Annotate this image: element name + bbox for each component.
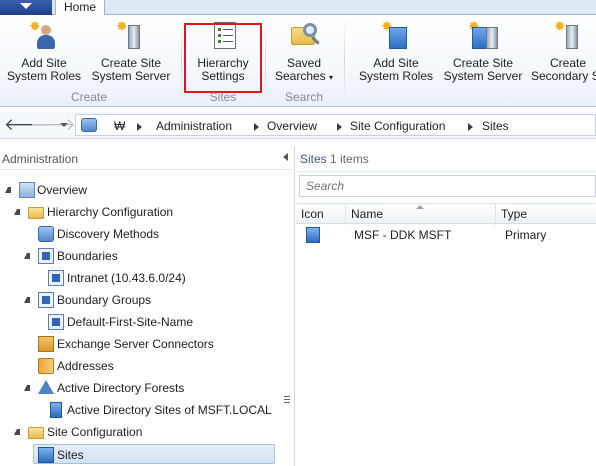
expanded-triangle-icon[interactable]	[24, 297, 30, 303]
group-separator	[344, 21, 345, 101]
add-site-system-roles-button[interactable]: ✸ Add Site System Roles	[4, 19, 84, 91]
history-dropdown-icon[interactable]	[60, 123, 68, 127]
application-menu-button[interactable]	[0, 0, 52, 15]
content-title: Sites	[300, 152, 327, 166]
console-root-icon	[81, 118, 97, 132]
ad-site-icon	[50, 402, 62, 418]
breadcrumb-administration[interactable]: Administration	[156, 119, 232, 133]
create-site-system-server-button-2[interactable]: ✸ Create Site System Server	[441, 19, 525, 91]
expanded-triangle-icon[interactable]	[5, 187, 11, 193]
breadcrumb-overview[interactable]: Overview	[267, 119, 317, 133]
item-count: 1 items	[330, 152, 369, 166]
ribbon: ✸ Add Site System Roles ✸ Create Site Sy…	[0, 15, 596, 107]
tree-item-exchange-server-connectors[interactable]: Exchange Server Connectors	[0, 334, 280, 354]
navigation-pane: Administration Overview Hierarchy Config…	[0, 146, 295, 466]
grid-header: Icon Name Type	[296, 203, 596, 225]
tree-item-intranet[interactable]: Intranet (10.43.6.0/24)	[0, 268, 280, 288]
breadcrumb-separator-icon[interactable]	[468, 123, 473, 131]
group-label-create: Create	[70, 90, 108, 104]
boundary-icon	[38, 248, 54, 264]
collapse-pane-icon[interactable]	[283, 153, 288, 161]
create-secondary-site-button[interactable]: ✸ Create Secondary S	[530, 19, 596, 91]
tree-item-default-first-site-name[interactable]: Default-First-Site-Name	[0, 312, 280, 332]
breadcrumb-sites[interactable]: Sites	[482, 119, 509, 133]
dropdown-arrow-icon: ▾	[329, 73, 334, 82]
new-server-icon: ✸	[466, 19, 500, 53]
tree-item-ad-sites-msft-local[interactable]: Active Directory Sites of MSFT.LOCAL	[0, 400, 282, 420]
folder-icon	[28, 427, 44, 439]
pane-splitter[interactable]	[284, 396, 290, 416]
forest-icon	[38, 380, 54, 394]
expanded-triangle-icon[interactable]	[14, 429, 20, 435]
secondary-site-icon: ✸	[552, 19, 586, 53]
tree-item-active-directory-forests[interactable]: Active Directory Forests	[0, 378, 280, 398]
group-label-search: Search	[284, 90, 324, 104]
discovery-icon	[38, 226, 54, 242]
saved-search-icon	[287, 19, 321, 53]
breadcrumb[interactable]: ₩ Administration Overview Site Configura…	[75, 114, 596, 136]
tree-item-site-configuration[interactable]: Site Configuration	[0, 422, 280, 442]
column-header-type[interactable]: Type	[496, 204, 596, 225]
search-input[interactable]	[300, 176, 595, 196]
tree-item-hierarchy-configuration[interactable]: Hierarchy Configuration	[0, 202, 280, 222]
group-label-sites: Sites	[209, 90, 237, 104]
expanded-triangle-icon[interactable]	[24, 253, 30, 259]
tree-item-addresses[interactable]: Addresses	[0, 356, 280, 376]
content-header: Sites 1 items	[296, 146, 596, 172]
site-icon	[306, 227, 320, 243]
content-pane: Sites 1 items Icon Name Type MSF - DDK M…	[296, 146, 596, 466]
breadcrumb-separator-icon[interactable]	[254, 123, 259, 131]
breadcrumb-separator-icon[interactable]	[137, 123, 142, 131]
overview-icon	[19, 182, 35, 198]
group-separator	[181, 21, 182, 101]
add-role-icon: ✸	[379, 19, 413, 53]
ribbon-tab-strip: Home	[0, 0, 596, 16]
folder-icon	[28, 207, 44, 219]
breadcrumb-site-configuration[interactable]: Site Configuration	[350, 119, 445, 133]
saved-searches-button[interactable]: Saved Searches ▾	[270, 19, 338, 91]
sort-ascending-icon	[416, 205, 424, 209]
tab-home[interactable]: Home	[55, 0, 105, 16]
address-bar: 🡐 🡒 ₩ Administration Overview Site Confi…	[0, 111, 596, 139]
tree-item-overview[interactable]: Overview	[0, 180, 280, 200]
exchange-icon	[38, 336, 54, 352]
table-row[interactable]: MSF - DDK MSFT Primary	[296, 224, 596, 246]
cell-name: MSF - DDK MSFT	[354, 228, 452, 242]
group-separator	[265, 21, 266, 101]
address-book-icon	[38, 358, 54, 374]
tree-item-sites[interactable]: Sites	[33, 444, 275, 464]
boundary-icon	[48, 314, 64, 330]
highlight-box	[184, 23, 262, 93]
add-role-icon: ✸	[27, 19, 61, 53]
site-icon	[38, 447, 54, 463]
forward-arrow-icon[interactable]: 🡒	[30, 116, 76, 133]
tree-item-boundary-groups[interactable]: Boundary Groups	[0, 290, 280, 310]
expanded-triangle-icon[interactable]	[24, 385, 30, 391]
tree-item-boundaries[interactable]: Boundaries	[0, 246, 280, 266]
boundary-group-icon	[38, 292, 54, 308]
new-server-icon: ✸	[114, 19, 148, 53]
add-site-system-roles-button-2[interactable]: ✸ Add Site System Roles	[356, 19, 436, 91]
breadcrumb-separator-icon[interactable]	[337, 123, 342, 131]
tree-item-discovery-methods[interactable]: Discovery Methods	[0, 224, 280, 244]
column-header-icon[interactable]: Icon	[296, 204, 346, 225]
breadcrumb-root[interactable]: ₩	[114, 119, 125, 133]
nav-pane-title: Administration	[0, 146, 295, 170]
search-box[interactable]	[299, 175, 596, 197]
boundary-icon	[48, 270, 64, 286]
cell-type: Primary	[505, 228, 547, 242]
expanded-triangle-icon[interactable]	[14, 209, 20, 215]
create-site-system-server-button[interactable]: ✸ Create Site System Server	[90, 19, 172, 91]
chevron-down-icon	[20, 3, 32, 9]
